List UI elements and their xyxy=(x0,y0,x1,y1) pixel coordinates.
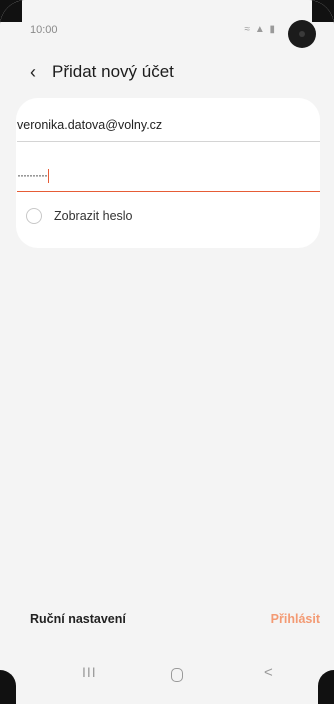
password-field[interactable]: ·········· xyxy=(17,168,320,192)
system-nav-bar: III < xyxy=(0,642,334,704)
frame-corner-right xyxy=(312,0,334,22)
status-bar: 10:00 ≈ ▲ ▮ xyxy=(30,20,316,48)
sign-in-button[interactable]: Přihlásit xyxy=(271,612,320,626)
password-value: ·········· xyxy=(17,168,50,183)
password-underline xyxy=(17,190,320,192)
nav-back-icon[interactable]: < xyxy=(264,664,273,681)
text-cursor xyxy=(47,168,50,183)
recent-apps-icon[interactable]: III xyxy=(82,664,97,680)
footer-actions: Ruční nastavení Přihlásit xyxy=(30,612,320,632)
manual-setup-button[interactable]: Ruční nastavení xyxy=(30,612,126,626)
page-title: Přidat nový účet xyxy=(52,62,174,81)
show-password-label: Zobrazit heslo xyxy=(54,209,133,223)
frame-corner-left xyxy=(0,0,22,22)
email-underline xyxy=(17,141,320,142)
status-time: 10:00 xyxy=(30,24,58,36)
password-dots: ·········· xyxy=(17,168,48,182)
phone-frame: 10:00 ≈ ▲ ▮ ‹ Přidat nový účet veronika.… xyxy=(0,0,334,704)
signal-battery-icon: ≈ ▲ ▮ xyxy=(244,24,276,35)
radio-icon[interactable] xyxy=(26,208,42,224)
email-field[interactable]: veronika.datova@volny.cz xyxy=(17,118,320,142)
front-camera-icon xyxy=(288,20,316,48)
back-arrow-icon[interactable]: ‹ xyxy=(30,62,52,83)
home-icon[interactable] xyxy=(171,668,183,682)
show-password-checkbox[interactable]: Zobrazit heslo xyxy=(26,208,133,224)
app-bar: ‹ Přidat nový účet xyxy=(30,58,314,86)
email-value: veronika.datova@volny.cz xyxy=(17,118,163,132)
